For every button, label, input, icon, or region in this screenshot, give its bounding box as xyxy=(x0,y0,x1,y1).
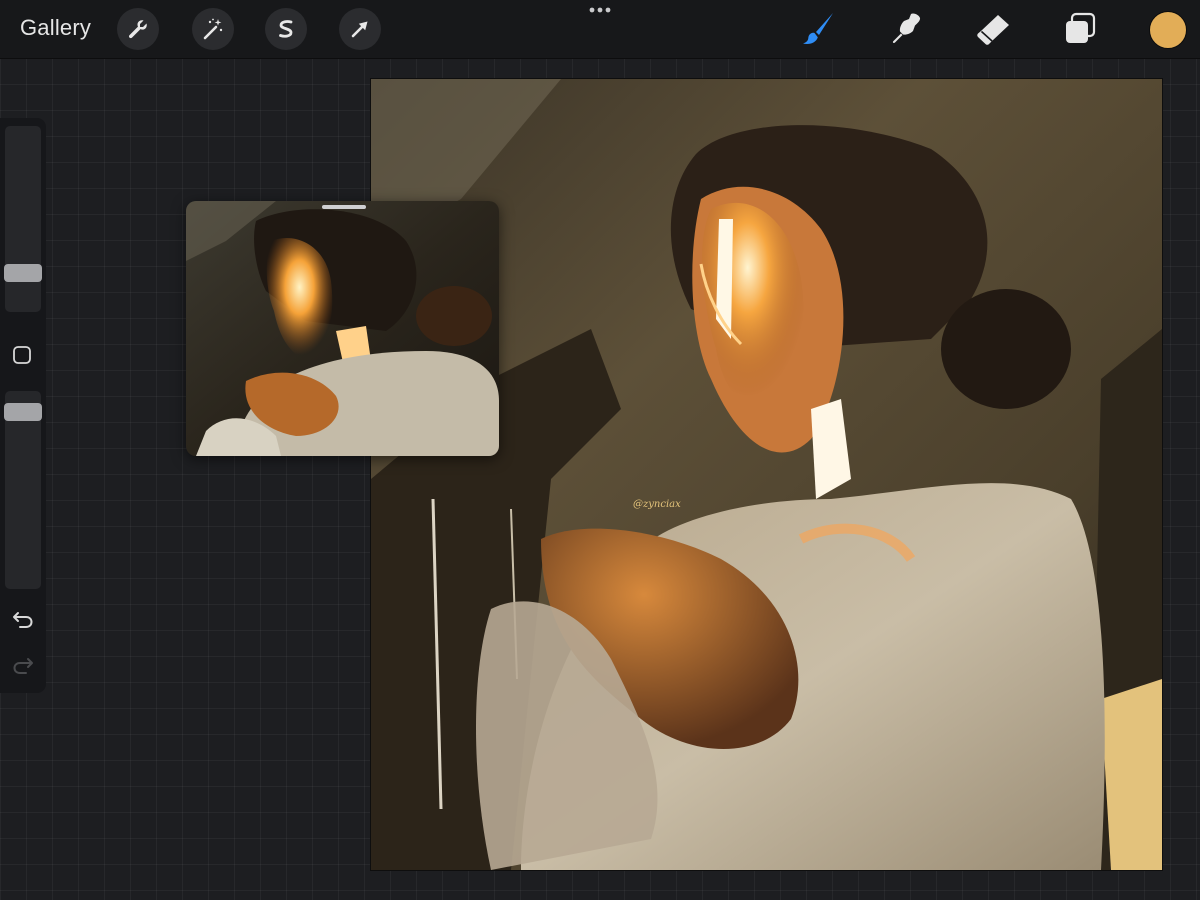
gallery-button[interactable]: Gallery xyxy=(20,15,91,41)
arrow-icon xyxy=(351,21,368,38)
redo-icon[interactable] xyxy=(11,654,35,676)
square-modify-icon[interactable] xyxy=(12,345,32,365)
reference-window-handle[interactable] xyxy=(322,205,366,209)
drawing-canvas[interactable]: @zynciax xyxy=(371,79,1162,870)
left-sidebar xyxy=(0,118,46,693)
color-picker-swatch[interactable] xyxy=(1149,11,1187,49)
transform-button[interactable] xyxy=(339,8,381,50)
reference-photo xyxy=(186,201,499,456)
layers-icon xyxy=(1066,12,1096,43)
magic-wand-icon xyxy=(203,18,223,40)
brush-tool-button[interactable] xyxy=(798,9,838,49)
canvas-painting: @zynciax xyxy=(371,79,1162,870)
more-options-icon[interactable] xyxy=(588,4,612,16)
brush-size-thumb[interactable] xyxy=(4,264,42,282)
brush-size-slider[interactable] xyxy=(5,126,41,312)
brush-icon xyxy=(803,13,833,44)
layers-button[interactable] xyxy=(1060,9,1100,49)
wrench-icon xyxy=(128,20,147,39)
selection-button[interactable] xyxy=(265,8,307,50)
opacity-thumb[interactable] xyxy=(4,403,42,421)
eraser-icon xyxy=(977,15,1009,45)
reference-window[interactable] xyxy=(186,201,499,456)
selection-icon xyxy=(279,20,293,38)
adjustments-button[interactable] xyxy=(192,8,234,50)
actions-button[interactable] xyxy=(117,8,159,50)
eraser-tool-button[interactable] xyxy=(973,9,1013,49)
undo-icon[interactable] xyxy=(11,608,35,630)
signature-text: @zynciax xyxy=(633,499,681,510)
smudge-tool-button[interactable] xyxy=(886,9,926,49)
smudge-icon xyxy=(892,13,921,44)
top-toolbar: Gallery xyxy=(0,0,1200,59)
